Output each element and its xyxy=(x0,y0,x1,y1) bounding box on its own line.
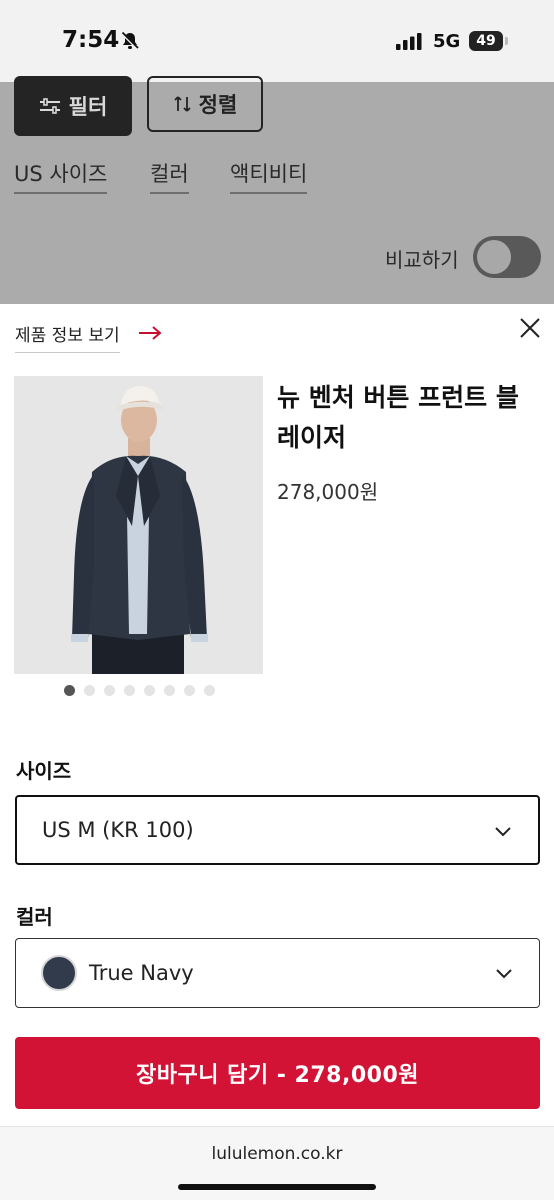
sort-label: 정렬 xyxy=(198,93,238,117)
filter-button[interactable]: 필터 xyxy=(14,76,132,136)
color-swatch xyxy=(41,955,77,991)
home-indicator xyxy=(178,1184,376,1190)
battery-icon: 49 xyxy=(469,31,503,51)
toggle-knob xyxy=(477,240,511,274)
background-page-overlay: 필터 정렬 US 사이즈 컬러 액티비티 비교하기 xyxy=(0,76,554,304)
sort-button[interactable]: 정렬 xyxy=(147,76,263,132)
size-value: US M (KR 100) xyxy=(42,818,194,842)
pagination-dot[interactable] xyxy=(64,685,75,696)
status-bar: 7:54 5G 49 xyxy=(0,0,554,82)
bell-slash-icon xyxy=(120,31,140,51)
pagination-dot[interactable] xyxy=(184,685,195,696)
sort-arrows-icon xyxy=(174,96,191,112)
size-label: 사이즈 xyxy=(16,759,72,783)
color-label: 컬러 xyxy=(16,905,53,929)
product-price: 278,000원 xyxy=(277,480,379,504)
pagination-dot[interactable] xyxy=(204,685,215,696)
image-pagination xyxy=(64,685,215,696)
chip-activity[interactable]: 액티비티 xyxy=(230,158,308,194)
signal-icon xyxy=(396,33,422,50)
pagination-dot[interactable] xyxy=(164,685,175,696)
sliders-icon xyxy=(39,98,60,114)
compare-label: 비교하기 xyxy=(385,248,459,272)
product-quick-view-sheet: 제품 정보 보기 뉴 벤처 버튼 프런트 블레이저 278,000원 사이즈 U… xyxy=(0,304,554,1126)
pagination-dot[interactable] xyxy=(84,685,95,696)
pagination-dot[interactable] xyxy=(104,685,115,696)
chevron-down-icon xyxy=(495,827,511,837)
close-icon[interactable] xyxy=(518,316,542,340)
browser-bar: lululemon.co.kr xyxy=(0,1126,554,1200)
filter-label: 필터 xyxy=(68,95,108,119)
battery-tip xyxy=(505,37,508,45)
pagination-dot[interactable] xyxy=(144,685,155,696)
url-label[interactable]: lululemon.co.kr xyxy=(0,1144,554,1164)
compare-toggle[interactable] xyxy=(473,236,541,278)
chip-us-size[interactable]: US 사이즈 xyxy=(14,158,108,194)
color-select[interactable]: True Navy xyxy=(15,938,540,1008)
network-label: 5G xyxy=(433,31,461,52)
product-photo xyxy=(14,376,263,674)
pagination-dot[interactable] xyxy=(124,685,135,696)
chevron-down-icon xyxy=(496,969,512,979)
product-image[interactable] xyxy=(14,376,263,674)
product-name: 뉴 벤처 버튼 프런트 블레이저 xyxy=(277,383,519,452)
color-value: True Navy xyxy=(89,961,194,985)
arrow-right-icon[interactable] xyxy=(138,324,162,342)
view-product-info-link[interactable]: 제품 정보 보기 xyxy=(15,321,120,353)
size-select[interactable]: US M (KR 100) xyxy=(15,795,540,865)
add-to-cart-button[interactable]: 장바구니 담기 - 278,000원 xyxy=(15,1037,540,1109)
status-time: 7:54 xyxy=(62,27,120,53)
chip-color[interactable]: 컬러 xyxy=(150,158,189,194)
